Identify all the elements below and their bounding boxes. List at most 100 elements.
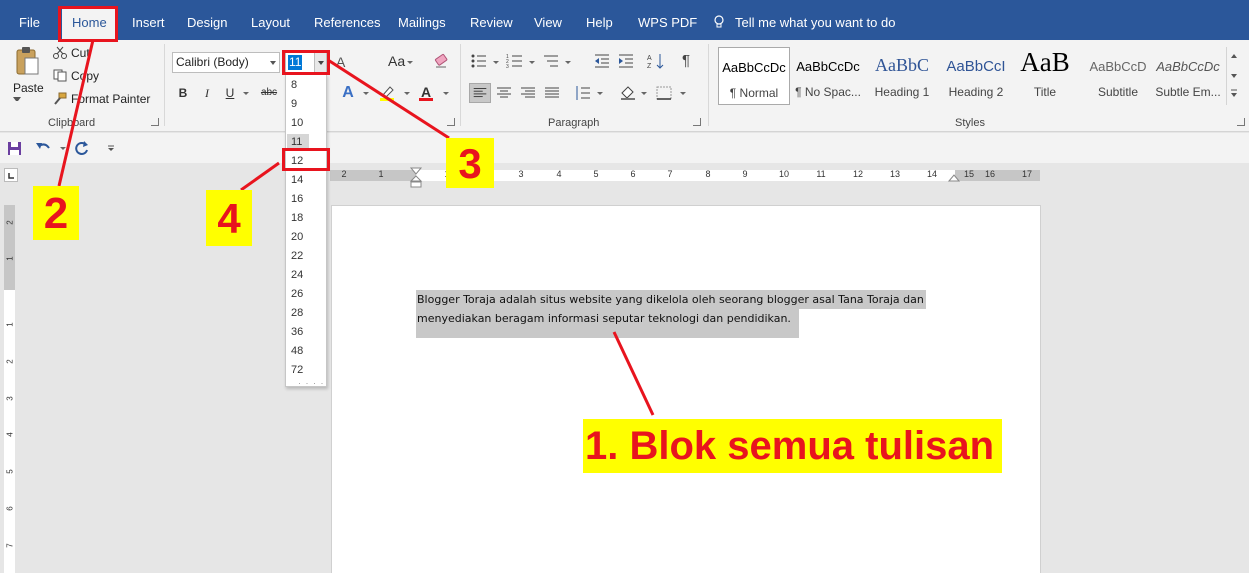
highlight-dropdown-icon[interactable]: [404, 92, 410, 95]
style-heading-2[interactable]: AaBbCcI Heading 2: [940, 47, 1012, 105]
gallery-arrows-icon[interactable]: [1229, 51, 1239, 101]
sort-icon[interactable]: AZ: [647, 53, 665, 69]
style-normal[interactable]: AaBbCcDc ¶ Normal: [718, 47, 790, 105]
tab-file[interactable]: File: [19, 0, 40, 40]
align-right-icon[interactable]: [519, 85, 537, 101]
document-page[interactable]: [331, 205, 1041, 573]
tab-mailings[interactable]: Mailings: [398, 0, 446, 40]
tab-references[interactable]: References: [314, 0, 380, 40]
style-subtitle[interactable]: AaBbCcD Subtitle: [1082, 47, 1154, 105]
font-size-option[interactable]: 8: [287, 77, 325, 94]
text-effects-dropdown-icon[interactable]: [363, 92, 369, 95]
save-icon[interactable]: [7, 141, 22, 156]
resize-grip-icon[interactable]: · · · ·: [298, 378, 325, 388]
font-size-option[interactable]: 20: [287, 229, 325, 246]
style-title[interactable]: AaB Title: [1009, 47, 1081, 105]
font-color-icon[interactable]: A: [419, 84, 433, 101]
paste-button[interactable]: Paste: [13, 81, 44, 95]
numbering-dropdown-icon[interactable]: [529, 61, 535, 64]
paragraph-launcher-icon[interactable]: [693, 118, 701, 126]
right-indent-marker-icon[interactable]: [948, 172, 960, 182]
font-size-option[interactable]: 18: [287, 210, 325, 227]
font-size-option[interactable]: 72: [287, 362, 325, 379]
style-heading-1[interactable]: AaBbC Heading 1: [866, 47, 938, 105]
bold-button[interactable]: B: [177, 84, 189, 102]
strikethrough-button[interactable]: abc: [258, 84, 280, 102]
paste-dropdown-icon[interactable]: [13, 97, 21, 101]
tab-insert[interactable]: Insert: [132, 0, 165, 40]
format-painter-button[interactable]: Format Painter: [71, 92, 150, 106]
document-line-selected[interactable]: Blogger Toraja adalah situs website yang…: [416, 290, 926, 309]
undo-icon[interactable]: [35, 140, 51, 155]
font-size-option[interactable]: 36: [287, 324, 325, 341]
redo-icon[interactable]: [74, 140, 90, 156]
paste-icon[interactable]: [14, 46, 40, 76]
undo-dropdown-icon[interactable]: [60, 147, 66, 150]
ruler-label: 10: [778, 169, 789, 179]
tab-review[interactable]: Review: [470, 0, 513, 40]
styles-gallery: AaBbCcDc ¶ Normal AaBbCcDc ¶ No Spac... …: [714, 47, 1224, 111]
tell-me-search[interactable]: Tell me what you want to do: [713, 0, 895, 40]
font-name-dropdown-icon[interactable]: [270, 61, 276, 65]
font-size-option[interactable]: 28: [287, 305, 325, 322]
indent-markers-icon[interactable]: [409, 167, 423, 189]
tab-wps-pdf[interactable]: WPS PDF: [638, 0, 697, 40]
tab-view[interactable]: View: [534, 0, 562, 40]
tab-selector-icon[interactable]: [4, 168, 18, 182]
underline-dropdown-icon[interactable]: [243, 92, 249, 95]
tab-help[interactable]: Help: [586, 0, 613, 40]
italic-button[interactable]: I: [201, 84, 213, 102]
style-name: Title: [1033, 85, 1057, 99]
line-spacing-dropdown-icon[interactable]: [597, 92, 603, 95]
font-size-option[interactable]: 24: [287, 267, 325, 284]
tab-design[interactable]: Design: [187, 0, 227, 40]
grow-font-icon[interactable]: A: [336, 54, 345, 70]
font-color-dropdown-icon[interactable]: [443, 92, 449, 95]
font-size-option[interactable]: 16: [287, 191, 325, 208]
style-preview: AaB: [1020, 47, 1070, 77]
align-center-icon[interactable]: [495, 85, 513, 101]
document-line-selected[interactable]: menyediakan beragam informasi seputar te…: [416, 309, 799, 338]
increase-indent-icon[interactable]: [617, 53, 635, 69]
font-size-option[interactable]: 48: [287, 343, 325, 360]
styles-launcher-icon[interactable]: [1237, 118, 1245, 126]
font-name-box[interactable]: Calibri (Body): [172, 52, 280, 73]
justify-icon[interactable]: [543, 85, 561, 101]
styles-gallery-scrollbar[interactable]: [1226, 47, 1240, 105]
customize-qat-icon[interactable]: [107, 145, 115, 152]
font-size-option[interactable]: 10: [287, 115, 325, 132]
quick-access-toolbar: [0, 133, 1249, 163]
multilevel-dropdown-icon[interactable]: [565, 61, 571, 64]
underline-button[interactable]: U: [224, 84, 236, 102]
text-effects-icon[interactable]: A: [341, 84, 355, 102]
font-size-option[interactable]: 14: [287, 172, 325, 189]
style-no-spacing[interactable]: AaBbCcDc ¶ No Spac...: [792, 47, 864, 105]
clipboard-launcher-icon[interactable]: [151, 118, 159, 126]
document-body[interactable]: Blogger Toraja adalah situs website yang…: [416, 290, 926, 338]
font-size-option[interactable]: 22: [287, 248, 325, 265]
borders-icon[interactable]: [655, 85, 673, 101]
font-size-option[interactable]: 26: [287, 286, 325, 303]
step-3-label: 3: [446, 138, 494, 188]
line-spacing-icon[interactable]: [574, 85, 592, 101]
bullets-icon[interactable]: [470, 53, 488, 69]
style-subtle-emphasis[interactable]: AaBbCcDc Subtle Em...: [1152, 47, 1224, 105]
shading-icon[interactable]: [619, 84, 637, 100]
bullets-dropdown-icon[interactable]: [493, 61, 499, 64]
numbering-icon[interactable]: 123: [506, 53, 524, 69]
cut-button[interactable]: Cut: [71, 46, 90, 60]
font-launcher-icon[interactable]: [447, 118, 455, 126]
borders-dropdown-icon[interactable]: [680, 92, 686, 95]
copy-button[interactable]: Copy: [71, 69, 99, 83]
tab-layout[interactable]: Layout: [251, 0, 290, 40]
change-case-icon[interactable]: Aa: [388, 53, 405, 69]
font-size-option[interactable]: 9: [287, 96, 325, 113]
show-formatting-icon[interactable]: ¶: [682, 52, 690, 69]
clear-formatting-icon[interactable]: [434, 53, 450, 69]
shading-dropdown-icon[interactable]: [641, 92, 647, 95]
highlight-icon[interactable]: [378, 84, 396, 102]
align-left-icon[interactable]: [469, 83, 491, 103]
decrease-indent-icon[interactable]: [593, 53, 611, 69]
change-case-dropdown-icon[interactable]: [407, 61, 413, 64]
multilevel-list-icon[interactable]: [542, 53, 560, 69]
